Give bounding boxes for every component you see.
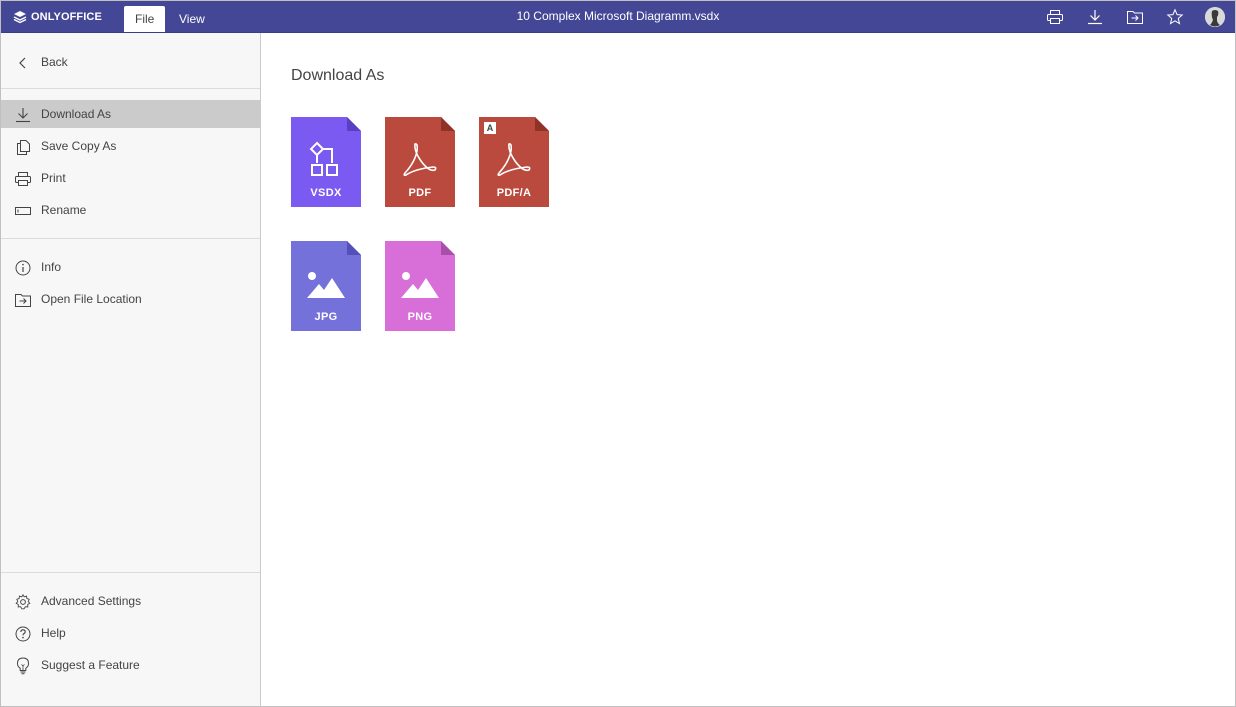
menu-info[interactable]: Info [1, 253, 260, 281]
avatar-icon [1205, 7, 1225, 27]
user-avatar [1205, 7, 1225, 27]
favorite-button[interactable] [1165, 7, 1185, 27]
open-location-button[interactable] [1125, 7, 1145, 27]
format-jpg-button[interactable]: JPG [291, 241, 361, 331]
back-label: Back [41, 55, 68, 69]
divider [1, 572, 260, 573]
menu-label: Advanced Settings [41, 594, 142, 608]
pdfa-badge: A [486, 123, 494, 133]
menu-suggest-feature[interactable]: Suggest a Feature [1, 651, 260, 679]
back-arrow-icon [14, 54, 32, 72]
print-icon [14, 170, 32, 188]
user-avatar-button[interactable] [1205, 7, 1225, 27]
menu-label: Rename [41, 203, 87, 217]
menu-advanced-settings[interactable]: Advanced Settings [1, 587, 260, 615]
divider [1, 88, 260, 89]
help-icon [14, 625, 32, 643]
menu-label: Open File Location [41, 292, 142, 306]
menu-rename[interactable]: Rename [1, 196, 260, 224]
format-vsdx-button[interactable]: VSDX [291, 117, 361, 207]
logo-icon [13, 11, 27, 24]
format-png-button[interactable]: PNG [385, 241, 455, 331]
menu-label: Download As [41, 107, 112, 121]
onlyoffice-logo[interactable]: ONLYOFFICE [13, 9, 102, 25]
tab-file[interactable]: File [124, 6, 166, 32]
folder-open-icon [14, 291, 32, 309]
favorite-star-icon [1166, 8, 1184, 25]
info-icon [14, 259, 32, 277]
panel-heading: Download As [291, 67, 385, 84]
menu-open-file-location[interactable]: Open File Location [1, 285, 260, 313]
format-label: PNG [407, 311, 433, 323]
download-as-panel: Download As VSDX PDF A PDF/A JPG PNG [261, 33, 1235, 706]
menu-label: Info [41, 260, 62, 274]
menu-label: Save Copy As [41, 139, 117, 153]
print-button[interactable] [1045, 7, 1065, 27]
menu-save-copy-as[interactable]: Save Copy As [1, 132, 260, 160]
format-label: PDF [408, 187, 432, 199]
copy-icon [14, 138, 32, 156]
file-menu-sidebar: Back Download As Save Copy As Print Rena… [1, 33, 261, 706]
format-label: JPG [314, 311, 338, 323]
top-bar: ONLYOFFICE File View 10 Complex Microsof… [1, 1, 1235, 33]
format-pdfa-button[interactable]: A PDF/A [479, 117, 549, 207]
menu-label: Print [41, 171, 66, 185]
download-icon [14, 106, 32, 124]
menu-help[interactable]: Help [1, 619, 260, 647]
tab-view[interactable]: View [168, 6, 216, 32]
format-label: PDF/A [496, 187, 532, 199]
print-icon [1047, 10, 1063, 24]
format-pdf-button[interactable]: PDF [385, 117, 455, 207]
back-button[interactable]: Back [1, 48, 260, 76]
rename-icon [14, 202, 32, 220]
toolbar-actions [1045, 7, 1225, 27]
download-button[interactable] [1085, 7, 1105, 27]
gear-icon [14, 593, 32, 611]
lightbulb-icon [14, 657, 32, 675]
menu-download-as[interactable]: Download As [1, 100, 260, 128]
divider [1, 238, 260, 239]
menu-print[interactable]: Print [1, 164, 260, 192]
open-location-icon [1127, 11, 1143, 24]
format-label: VSDX [310, 187, 342, 199]
app-window: ONLYOFFICE File View 10 Complex Microsof… [0, 0, 1236, 707]
download-icon [1088, 10, 1102, 25]
logo-text: ONLYOFFICE [31, 11, 102, 23]
menu-label: Help [41, 626, 66, 640]
menu-label: Suggest a Feature [41, 658, 140, 672]
